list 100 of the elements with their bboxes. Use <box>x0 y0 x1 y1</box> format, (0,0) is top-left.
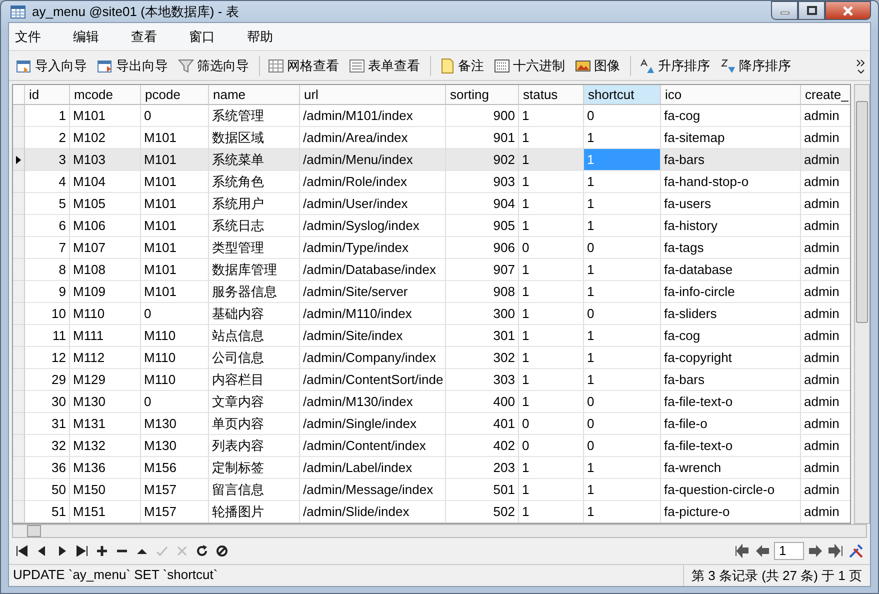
stop-icon[interactable] <box>215 544 229 558</box>
menu-item[interactable]: 编辑 <box>67 28 113 46</box>
toolbar-button[interactable]: 筛选向导 <box>174 54 253 76</box>
table-cell: M101 <box>141 193 209 215</box>
table-cell: 11 <box>25 325 70 347</box>
menu-item[interactable]: 帮助 <box>241 28 287 46</box>
table-cell: 1 <box>584 259 661 281</box>
maximize-button[interactable] <box>798 1 825 20</box>
table-cell: 400 <box>446 391 519 413</box>
last-page-icon[interactable] <box>828 544 844 558</box>
refresh-icon[interactable] <box>195 544 209 558</box>
table-cell: 列表内容 <box>209 435 300 457</box>
last-record-icon[interactable] <box>75 544 89 558</box>
menu-item[interactable]: 查看 <box>125 28 171 46</box>
note-icon <box>439 58 455 74</box>
table-cell: fa-hand-stop-o <box>661 171 801 193</box>
toolbar-button[interactable]: 图像 <box>571 54 624 76</box>
minimize-button[interactable] <box>771 1 798 20</box>
page-field[interactable]: 1 <box>774 542 804 560</box>
more-icon[interactable] <box>856 58 866 74</box>
toolbar-button[interactable]: 十六进制 <box>490 54 569 76</box>
table-cell: 906 <box>446 237 519 259</box>
menu-item[interactable]: 文件 <box>9 28 55 46</box>
table-cell: 1 <box>519 479 584 501</box>
tools-icon[interactable] <box>848 543 864 559</box>
table-cell: 0 <box>584 391 661 413</box>
table-cell: M130 <box>141 413 209 435</box>
table-cell: M108 <box>70 259 141 281</box>
toolbar-button[interactable]: 备注 <box>435 54 488 76</box>
vertical-scrollbar[interactable] <box>854 84 870 524</box>
column-header[interactable]: name <box>209 85 300 105</box>
toolbar-button[interactable]: 网格查看 <box>264 54 343 76</box>
table-cell: 系统角色 <box>209 171 300 193</box>
table-cell: /admin/Type/index <box>300 237 446 259</box>
first-record-icon[interactable] <box>15 544 29 558</box>
status-text: UPDATE `ay_menu` SET `shortcut` <box>9 565 684 586</box>
table-cell: fa-sliders <box>661 303 801 325</box>
table-cell: /admin/Site/server <box>300 281 446 303</box>
column-header[interactable]: pcode <box>141 85 209 105</box>
table-cell: fa-cog <box>661 325 801 347</box>
column-header[interactable]: ico <box>661 85 801 105</box>
next-page-icon[interactable] <box>808 544 824 558</box>
filter-icon <box>178 58 194 74</box>
table-cell: 1 <box>584 281 661 303</box>
table-cell: 402 <box>446 435 519 457</box>
column-header[interactable]: mcode <box>70 85 141 105</box>
table-cell: M110 <box>141 325 209 347</box>
table-cell: M131 <box>70 413 141 435</box>
table-cell: 904 <box>446 193 519 215</box>
record-count: 第 3 条记录 (共 27 条) 于 1 页 <box>690 567 863 585</box>
toolbar-button[interactable]: 降序排序 <box>716 54 795 76</box>
table-cell: M110 <box>70 303 141 325</box>
table-cell: 系统菜单 <box>209 149 300 171</box>
table-cell: /admin/M130/index <box>300 391 446 413</box>
table-cell: fa-cog <box>661 105 801 127</box>
table-cell: 8 <box>25 259 70 281</box>
table-cell: 1 <box>25 105 70 127</box>
column-header[interactable]: shortcut <box>584 85 661 105</box>
maximize-icon <box>806 6 816 15</box>
table-cell: 401 <box>446 413 519 435</box>
table-cell: 5 <box>25 193 70 215</box>
column-header[interactable]: create_ <box>801 85 850 105</box>
row-header[interactable] <box>13 149 25 171</box>
first-page-icon[interactable] <box>734 544 750 558</box>
column-header[interactable]: sorting <box>446 85 519 105</box>
table-cell: 6 <box>25 215 70 237</box>
table-cell: /admin/Message/index <box>300 479 446 501</box>
table-cell: 1 <box>584 215 661 237</box>
table-cell: /admin/Content/index <box>300 435 446 457</box>
table-cell: 数据库管理 <box>209 259 300 281</box>
table-cell: 31 <box>25 413 70 435</box>
grid-icon <box>268 58 284 74</box>
column-header[interactable]: status <box>519 85 584 105</box>
previous-page-icon[interactable] <box>754 544 770 558</box>
table-cell: fa-file-o <box>661 413 801 435</box>
toolbar-button[interactable]: 导出向导 <box>93 54 172 76</box>
cancel-icon[interactable] <box>175 544 189 558</box>
table-cell: 0 <box>519 413 584 435</box>
table-cell: 1 <box>519 259 584 281</box>
table-cell: M111 <box>70 325 141 347</box>
table-cell: M101 <box>141 149 209 171</box>
menu-item[interactable]: 窗口 <box>183 28 229 46</box>
sort-icon <box>639 58 655 74</box>
add-icon[interactable] <box>95 544 109 558</box>
table-cell: 1 <box>519 281 584 303</box>
table-cell: M105 <box>70 193 141 215</box>
column-header[interactable]: id <box>25 85 70 105</box>
table-cell: 类型管理 <box>209 237 300 259</box>
sort-icon <box>720 58 736 74</box>
toolbar-button[interactable]: 升序排序 <box>635 54 714 76</box>
toolbar-button[interactable]: 表单查看 <box>345 54 424 76</box>
table-cell: 站点信息 <box>209 325 300 347</box>
check-icon[interactable] <box>155 544 169 558</box>
table-cell: fa-bars <box>661 369 801 391</box>
table-cell: fa-copyright <box>661 347 801 369</box>
close-button[interactable] <box>825 1 871 20</box>
table-cell: M112 <box>70 347 141 369</box>
column-header[interactable]: url <box>300 85 446 105</box>
toolbar-button[interactable]: 导入向导 <box>12 54 91 76</box>
horizontal-scrollbar[interactable] <box>12 524 867 538</box>
